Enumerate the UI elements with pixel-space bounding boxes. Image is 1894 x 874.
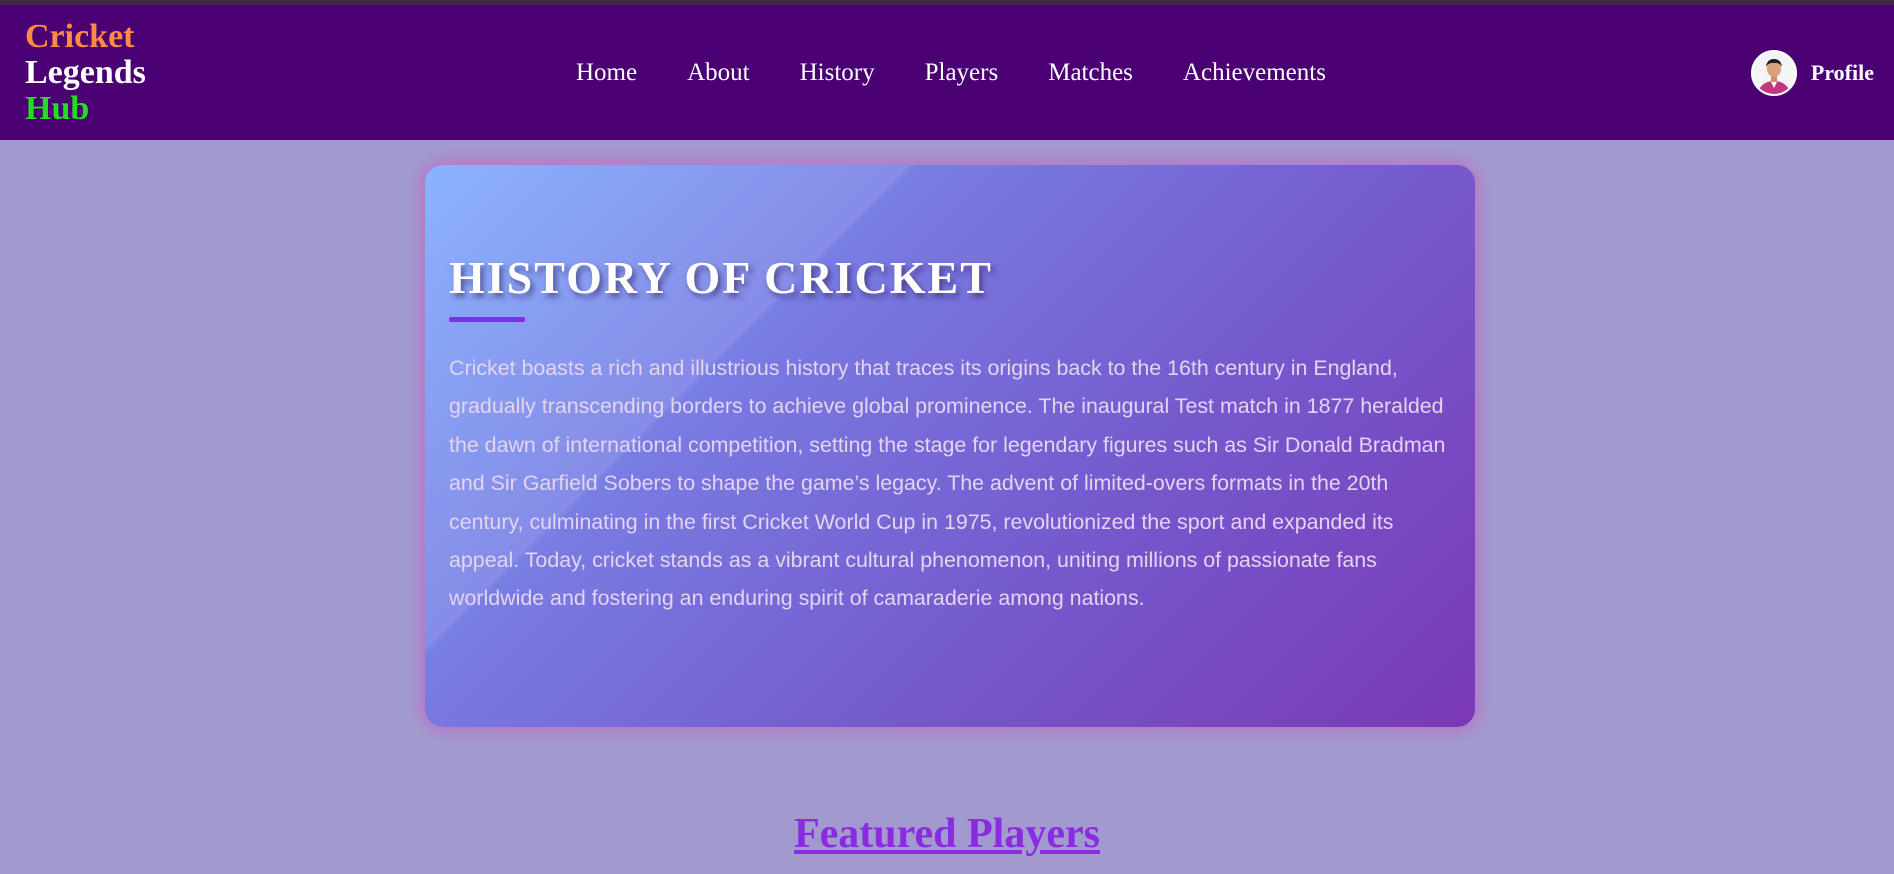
navbar: Cricket Legends Hub Home About History P…: [0, 5, 1894, 140]
main-nav: Home About History Players Matches Achie…: [576, 59, 1326, 87]
title-underline: [449, 317, 525, 322]
history-card: HISTORY OF CRICKET Cricket boasts a rich…: [425, 165, 1475, 727]
logo-word-hub: Hub: [25, 90, 90, 127]
site-logo[interactable]: Cricket Legends Hub: [25, 19, 146, 127]
logo-word-legends: Legends: [25, 54, 146, 91]
user-avatar-icon[interactable]: [1750, 50, 1797, 96]
nav-link-players[interactable]: Players: [925, 59, 999, 87]
avatar-portrait: [1752, 52, 1795, 94]
nav-link-achievements[interactable]: Achievements: [1183, 59, 1326, 87]
nav-link-about[interactable]: About: [687, 59, 750, 87]
featured-players-heading[interactable]: Featured Players: [0, 810, 1894, 858]
nav-link-matches[interactable]: Matches: [1048, 59, 1133, 87]
logo-word-cricket: Cricket: [25, 18, 135, 55]
history-title: HISTORY OF CRICKET: [449, 252, 993, 303]
profile-label: Profile: [1810, 60, 1874, 85]
profile-button[interactable]: Profile: [1750, 50, 1874, 96]
nav-link-home[interactable]: Home: [576, 59, 637, 87]
nav-link-history[interactable]: History: [800, 59, 875, 87]
history-paragraph: Cricket boasts a rich and illustrious hi…: [449, 356, 1446, 611]
